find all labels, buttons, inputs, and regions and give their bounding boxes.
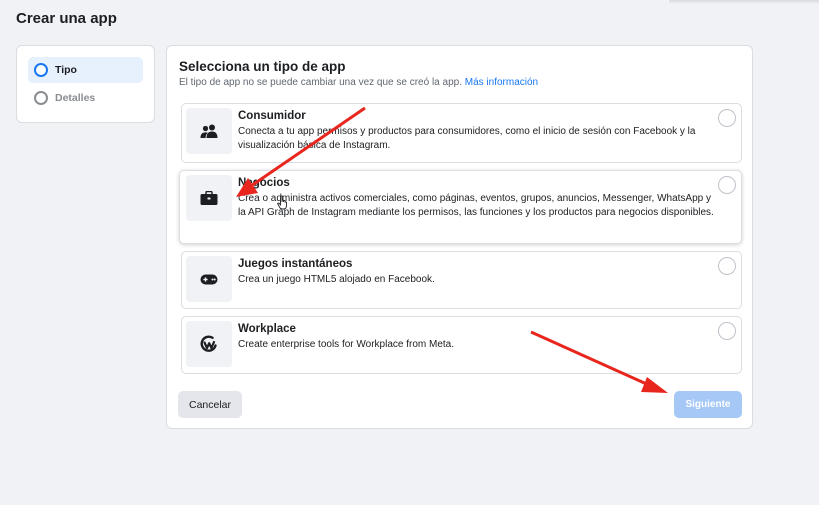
option-radio[interactable] [718,176,736,194]
option-description: Create enterprise tools for Workplace fr… [238,339,455,350]
card-title: Selecciona un tipo de app [179,59,346,74]
window-shadow [669,0,819,4]
cancel-button[interactable]: Cancelar [178,391,242,418]
option-icon-box [186,256,232,302]
step-circle-icon [34,63,48,77]
option-icon-box [186,175,232,221]
option-title: Negocios [238,177,290,189]
briefcase-icon [200,190,218,205]
option-negocios[interactable]: Negocios Crea o administra activos comer… [179,170,742,244]
page-title: Crear una app [16,10,117,27]
step-detalles[interactable]: Detalles [28,85,143,111]
hand-cursor-icon [277,195,287,210]
option-icon-box [186,108,232,154]
option-description: Crea un juego HTML5 alojado en Facebook. [238,274,435,285]
option-radio[interactable] [718,257,736,275]
option-juegos-instantaneos[interactable]: Juegos instantáneos Crea un juego HTML5 … [181,251,742,309]
option-icon-box [186,321,232,367]
option-title: Juegos instantáneos [238,258,353,270]
workplace-icon [200,335,217,352]
step-circle-icon [34,91,48,105]
option-consumidor[interactable]: Consumidor Conecta a tu app permisos y p… [181,103,742,163]
next-button[interactable]: Siguiente [674,391,742,418]
step-label: Detalles [55,92,96,104]
option-description: Crea o administra activos comerciales, c… [238,193,714,218]
option-radio[interactable] [718,322,736,340]
step-label: Tipo [55,64,77,76]
gamepad-icon [200,274,218,284]
step-tipo[interactable]: Tipo [28,57,143,83]
more-info-link[interactable]: Más información [465,77,538,88]
option-description: Conecta a tu app permisos y productos pa… [238,126,696,151]
subtitle-text: El tipo de app no se puede cambiar una v… [179,77,462,88]
option-title: Workplace [238,323,296,335]
app-type-card: Selecciona un tipo de app El tipo de app… [166,45,753,429]
people-icon [200,124,218,138]
option-title: Consumidor [238,110,306,122]
option-workplace[interactable]: Workplace Create enterprise tools for Wo… [181,316,742,374]
stepper: Tipo Detalles [16,45,155,123]
option-radio[interactable] [718,109,736,127]
card-subtitle: El tipo de app no se puede cambiar una v… [179,77,538,88]
